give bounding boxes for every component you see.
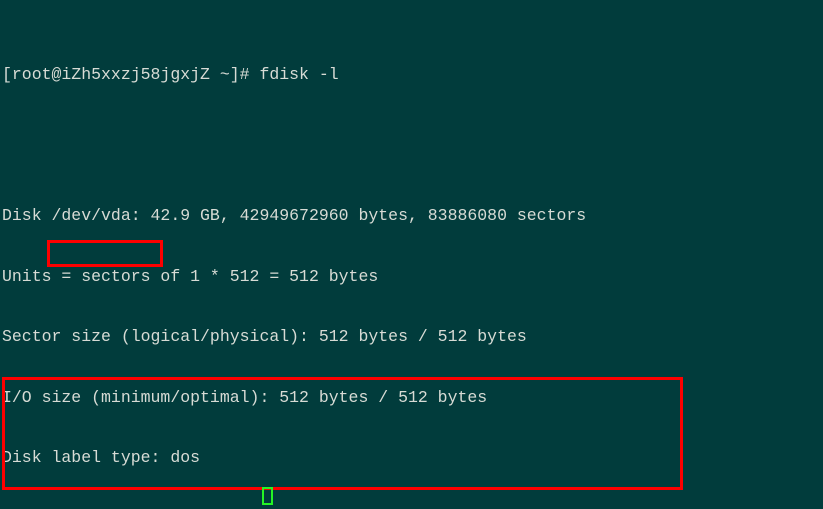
- vda-label-type: Disk label type: dos: [2, 448, 636, 468]
- vda-disk-summary: Disk /dev/vda: 42.9 GB, 42949672960 byte…: [2, 206, 636, 226]
- terminal-window[interactable]: [root@iZh5xxzj58jgxjZ ~]# fdisk -l Disk …: [0, 0, 823, 509]
- vda-sector-size: Sector size (logical/physical): 512 byte…: [2, 327, 636, 347]
- command-line: [root@iZh5xxzj58jgxjZ ~]# fdisk -l: [2, 65, 636, 85]
- vda-units: Units = sectors of 1 * 512 = 512 bytes: [2, 267, 636, 287]
- vda-io-size: I/O size (minimum/optimal): 512 bytes / …: [2, 388, 636, 408]
- terminal-screen: [root@iZh5xxzj58jgxjZ ~]# fdisk -l Disk …: [2, 4, 636, 509]
- blank-line: [2, 125, 636, 145]
